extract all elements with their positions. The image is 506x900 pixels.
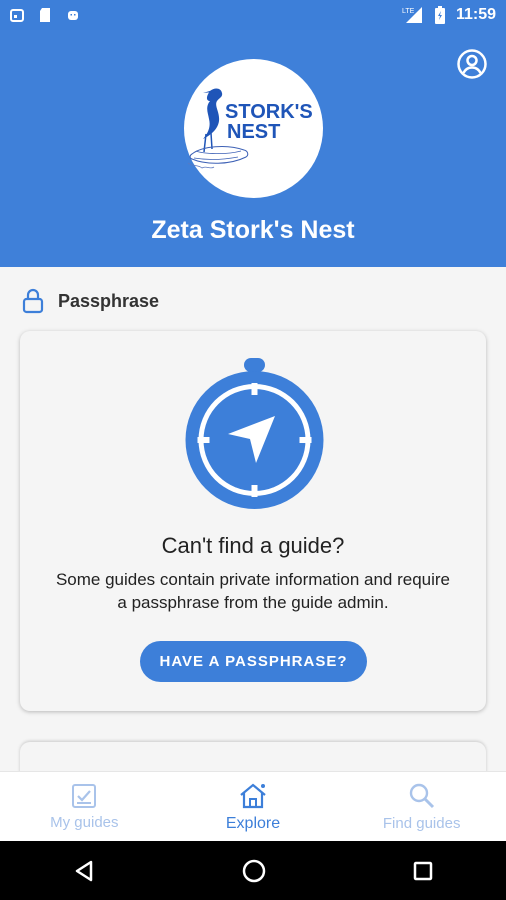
status-system: LTE 11:59	[402, 6, 496, 24]
nav-label: Explore	[225, 814, 281, 832]
nav-label: My guides	[50, 814, 119, 831]
status-time: 11:59	[455, 6, 496, 23]
bottom-navigation: My guides Explore Find guides	[0, 771, 506, 842]
status-bar: LTE 11:59	[0, 0, 506, 30]
calendar-icon	[10, 9, 24, 22]
lock-icon	[22, 288, 44, 314]
home-button-icon[interactable]	[241, 858, 267, 884]
status-notifications	[10, 8, 80, 22]
section-header: Passphrase	[22, 286, 159, 316]
checklist-icon	[72, 784, 97, 808]
page-title: Zeta Stork's Nest	[151, 216, 355, 244]
guide-logo: STORK'S NEST	[184, 59, 323, 198]
svg-text:LTE: LTE	[402, 8, 415, 15]
compass-icon	[185, 358, 324, 509]
nav-explore[interactable]: Explore	[169, 772, 338, 842]
logo-line-1: STORK'S	[225, 101, 313, 123]
have-passphrase-button[interactable]: HAVE A PASSPHRASE?	[140, 641, 367, 682]
home-icon	[240, 783, 266, 808]
passphrase-card: Can't find a guide? Some guides contain …	[20, 331, 486, 711]
nav-find-guides[interactable]: Find guides	[337, 772, 506, 842]
account-icon[interactable]	[456, 48, 488, 80]
system-navigation-bar	[0, 841, 506, 900]
sd-card-icon	[40, 8, 50, 22]
logo-wordmark: STORK'S NEST	[225, 102, 313, 142]
recent-apps-icon[interactable]	[412, 860, 434, 882]
search-icon	[409, 783, 434, 809]
section-title: Passphrase	[58, 290, 160, 311]
android-icon	[68, 11, 78, 20]
card-description: Some guides contain private information …	[55, 570, 451, 612]
guide-header: STORK'S NEST Zeta Stork's Nest	[0, 30, 506, 267]
battery-icon	[434, 6, 445, 24]
logo-line-2: NEST	[227, 121, 281, 143]
nav-label: Find guides	[382, 815, 461, 832]
back-icon[interactable]	[72, 859, 96, 883]
nav-my-guides[interactable]: My guides	[0, 772, 169, 842]
lte-signal-icon: LTE	[402, 7, 422, 23]
card-title: Can't find a guide?	[161, 533, 345, 558]
